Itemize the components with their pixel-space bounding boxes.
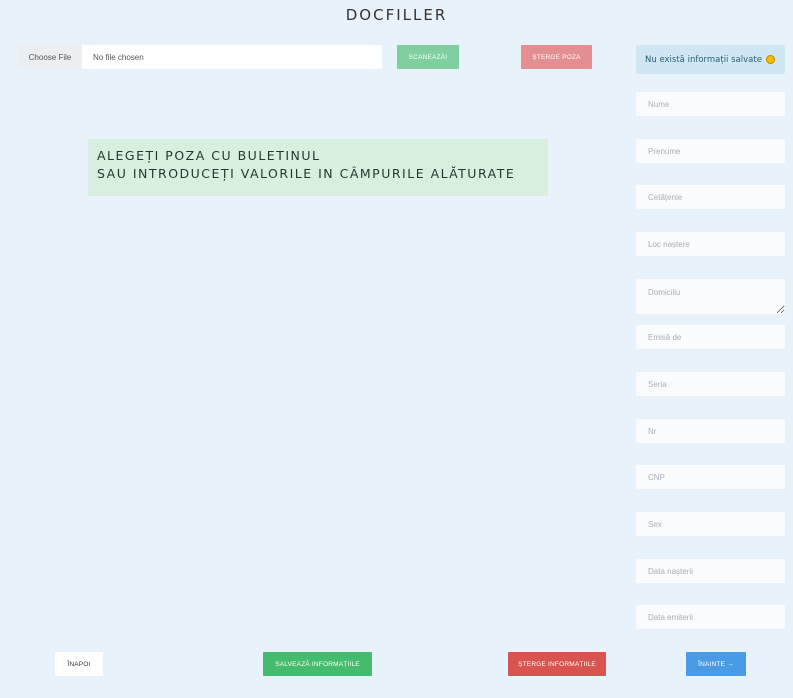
smiley-icon	[765, 55, 775, 64]
saved-info-message: Nu există informații salvate	[645, 54, 762, 65]
file-status: No file chosen	[93, 52, 144, 62]
cetatenie-field[interactable]	[636, 185, 785, 209]
prenume-field[interactable]	[636, 139, 785, 163]
emisa-de-field[interactable]	[636, 325, 785, 349]
sex-field[interactable]	[636, 512, 785, 536]
instructions-line-1: ALEGEȚI POZA CU BULETINUL	[97, 148, 321, 163]
domiciliu-field[interactable]	[636, 279, 785, 314]
saved-info-alert: Nu există informații salvate	[636, 45, 785, 74]
nume-field[interactable]	[636, 92, 785, 116]
seria-field[interactable]	[636, 372, 785, 396]
delete-photo-button[interactable]: ȘTERGE POZA	[521, 45, 592, 69]
file-input[interactable]: Choose File No file chosen	[18, 45, 382, 69]
instructions-line-2: SAU INTRODUCEȚI VALORILE IN CÂMPURILE AL…	[97, 166, 516, 181]
page-title: DOCFILLER	[345, 6, 448, 24]
data-nasterii-field[interactable]	[636, 559, 785, 583]
back-button[interactable]: ÎNAPOI	[55, 652, 103, 676]
next-button[interactable]: ÎNAINTE →	[686, 652, 746, 676]
nr-field[interactable]	[636, 419, 785, 443]
save-info-button[interactable]: SALVEAZĂ INFORMAȚIILE	[263, 652, 372, 676]
choose-file-button[interactable]: Choose File	[18, 45, 82, 69]
cnp-field[interactable]	[636, 465, 785, 489]
delete-info-button[interactable]: ȘTERGE INFORMAȚIILE	[508, 652, 606, 676]
data-emiterii-field[interactable]	[636, 605, 785, 629]
scan-button[interactable]: SCANEAZĂ!	[397, 45, 459, 69]
loc-nastere-field[interactable]	[636, 232, 785, 256]
instructions-banner: ALEGEȚI POZA CU BULETINUL SAU INTRODUCEȚ…	[88, 139, 548, 196]
